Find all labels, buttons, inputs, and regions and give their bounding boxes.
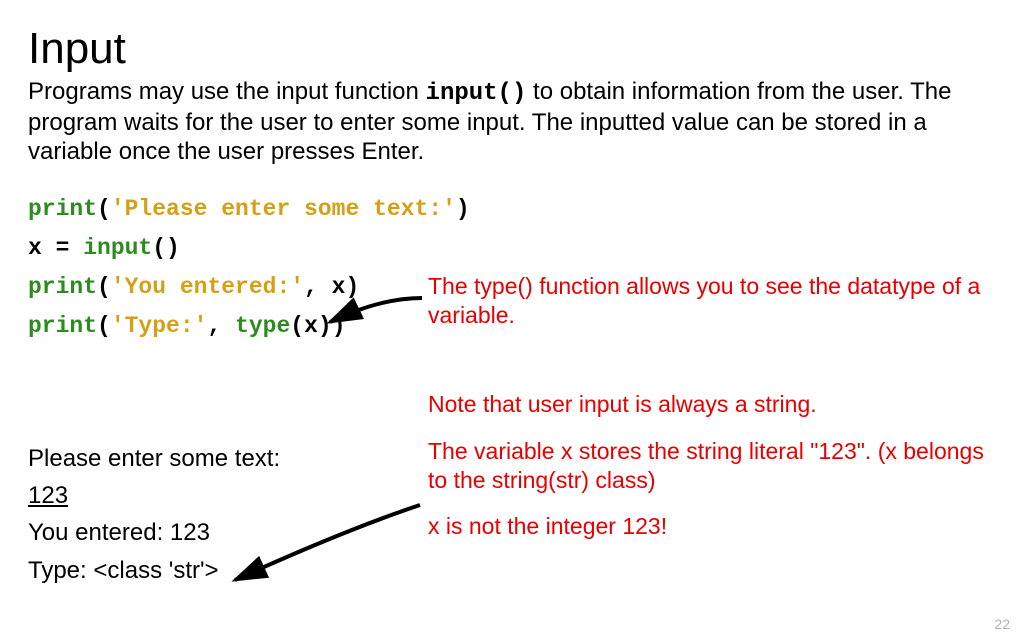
code-str-3: 'Type:' [111,313,208,339]
code-block: print('Please enter some text:') x = inp… [28,190,470,346]
output-user-input: 123 [28,477,280,514]
code-rest-2: , x) [304,274,359,300]
code-fn-print-3: print [28,313,97,339]
code-mid-3: , [207,313,235,339]
output-type: Type: <class 'str'> [28,552,280,589]
code-rest-3: (x)) [290,313,345,339]
code-paren-open-1: ( [97,196,111,222]
slide: Input Programs may use the input functio… [0,0,1024,640]
code-str-1: 'Please enter some text:' [111,196,456,222]
annotation-type-fn: The type() function allows you to see th… [428,272,988,330]
code-fn-print-2: print [28,274,97,300]
page-number: 22 [994,616,1010,632]
code-assign: x = [28,235,83,261]
code-fn-type: type [235,313,290,339]
code-str-2: 'You entered:' [111,274,304,300]
intro-mono-input: input() [426,80,527,107]
spacer [428,494,988,512]
code-paren-close-1: ) [456,196,470,222]
intro-text-1: Programs may use the input function [28,78,426,105]
intro-paragraph: Programs may use the input function inpu… [28,78,988,166]
output-echo: You entered: 123 [28,514,280,551]
code-input-parens: () [152,235,180,261]
code-paren-open-3: ( [97,313,111,339]
slide-title: Input [28,24,126,74]
program-output: Please enter some text: 123 You entered:… [28,440,280,589]
anno2-line3: x is not the integer 123! [428,512,988,541]
output-prompt: Please enter some text: [28,440,280,477]
anno2-line1: Note that user input is always a string. [428,390,988,419]
code-fn-input: input [83,235,152,261]
anno2-line2: The variable x stores the string literal… [428,437,988,495]
code-fn-print-1: print [28,196,97,222]
annotation-string-note: Note that user input is always a string.… [428,390,988,541]
spacer [428,419,988,437]
code-paren-open-2: ( [97,274,111,300]
